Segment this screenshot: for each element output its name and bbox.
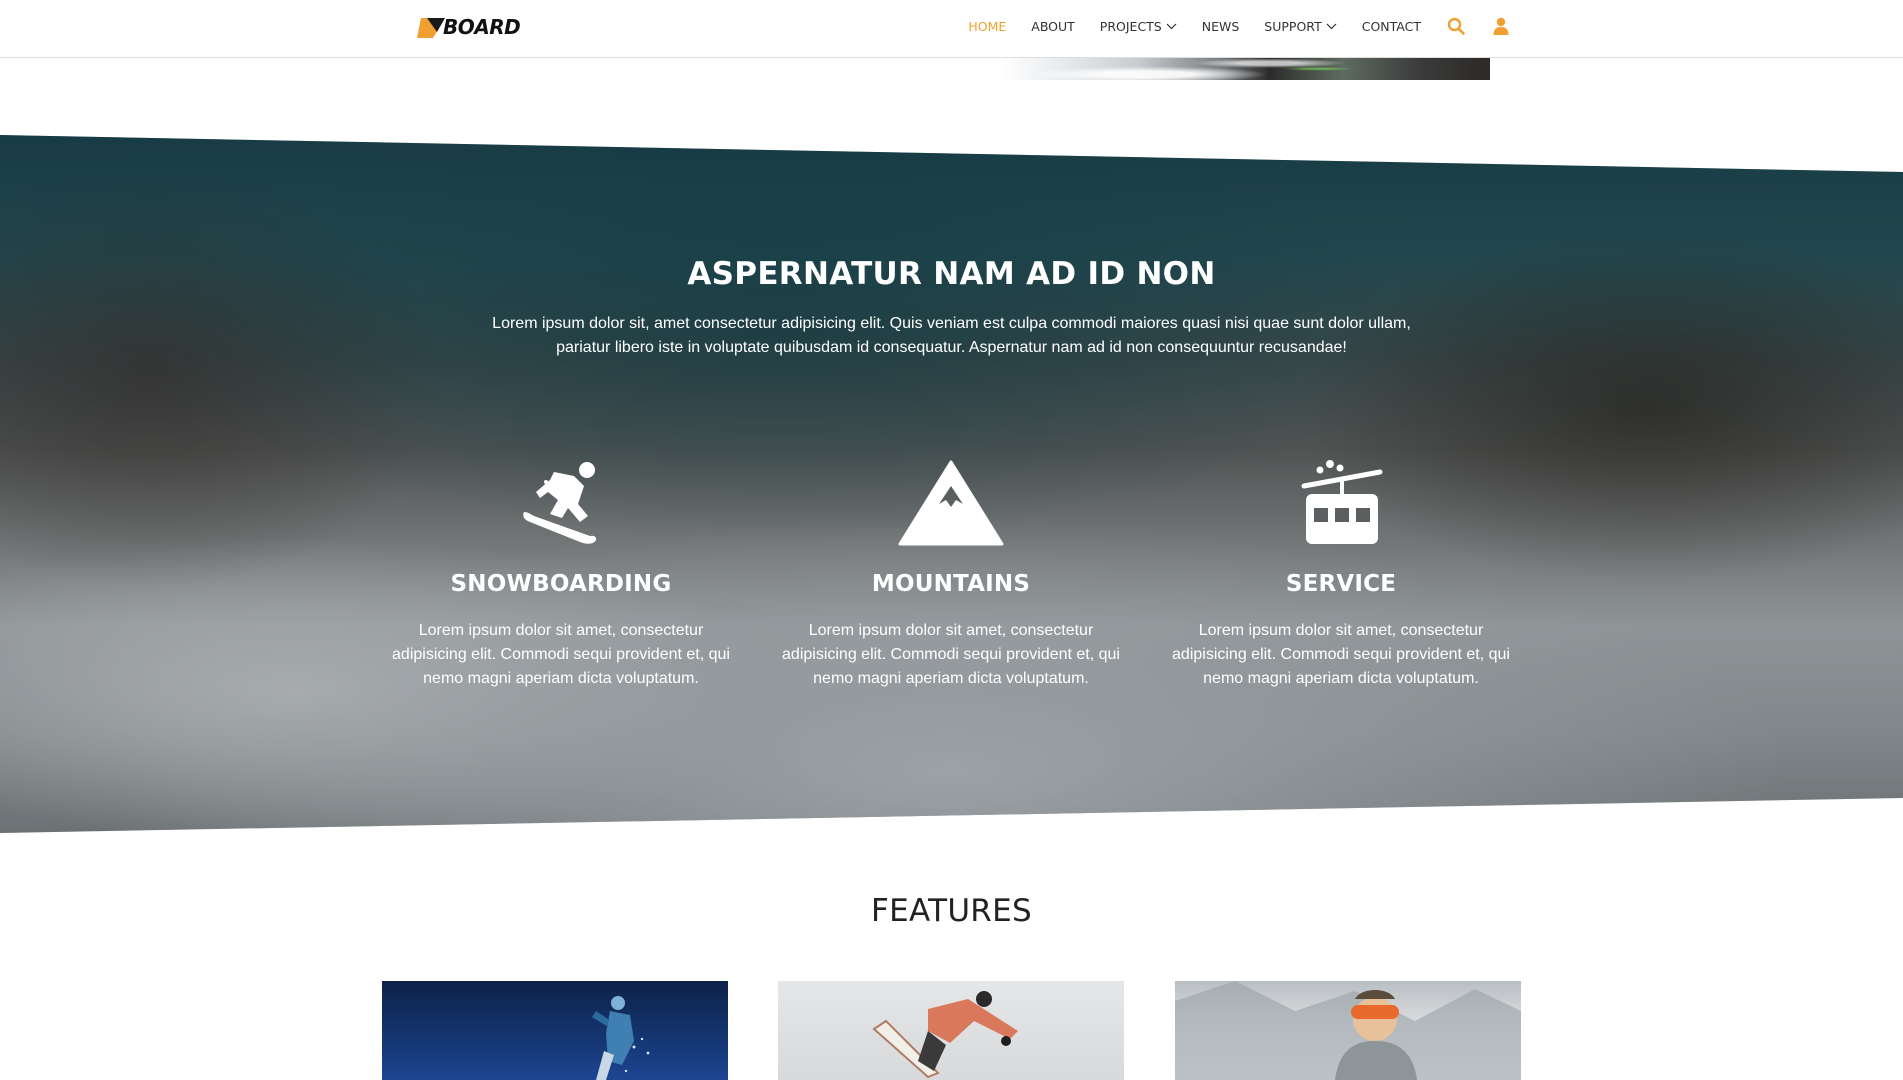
nav-about[interactable]: ABOUT	[1031, 19, 1075, 34]
nav-home[interactable]: HOME	[968, 19, 1006, 34]
brand-logo[interactable]: BOARD	[415, 13, 521, 41]
feature-card-image[interactable]	[778, 981, 1124, 1080]
nav-projects[interactable]: PROJECTS	[1100, 19, 1177, 34]
feature-card-image[interactable]	[1175, 981, 1521, 1080]
about-lead-text: Lorem ipsum dolor sit, amet consectetur …	[492, 315, 1411, 356]
cable-car-icon	[1301, 460, 1383, 544]
feature-service: SERVICE Lorem ipsum dolor sit amet, cons…	[1166, 450, 1516, 691]
nav-news-label: NEWS	[1201, 18, 1240, 34]
skier-goggles-photo	[1175, 981, 1521, 1080]
main-nav: HOME ABOUT PROJECTS NEWS SUPPORT CONTACT	[943, 0, 1511, 52]
mountain-icon	[898, 460, 1004, 546]
about-band: ASPERNATUR NAM AD ID NON Lorem ipsum dol…	[0, 135, 1903, 833]
nav-support[interactable]: SUPPORT	[1264, 18, 1337, 34]
feature-text: Lorem ipsum dolor sit amet, consectetur …	[1172, 622, 1510, 687]
navbar: BOARD HOME ABOUT PROJECTS NEWS SUPPORT C…	[0, 0, 1903, 58]
logo-text: BOARD	[443, 15, 521, 39]
feature-title: SNOWBOARDING	[450, 571, 672, 597]
nav-contact[interactable]: CONTACT	[1362, 19, 1421, 34]
snowboarder-jump-photo	[872, 991, 1018, 1079]
feature-mountains: MOUNTAINS Lorem ipsum dolor sit amet, co…	[776, 450, 1126, 691]
feature-card-image[interactable]	[382, 981, 728, 1080]
nav-about-label: ABOUT	[1031, 18, 1075, 34]
nav-home-label: HOME	[968, 18, 1007, 34]
about-title: ASPERNATUR NAM AD ID NON	[687, 256, 1216, 292]
chevron-down-icon	[1326, 23, 1337, 29]
feature-text: Lorem ipsum dolor sit amet, consectetur …	[782, 622, 1120, 687]
feature-title: MOUNTAINS	[871, 571, 1031, 597]
user-icon	[1493, 17, 1509, 35]
feature-text: Lorem ipsum dolor sit amet, consectetur …	[392, 622, 730, 687]
chevron-down-icon	[1166, 23, 1177, 29]
nav-news[interactable]: NEWS	[1202, 19, 1240, 34]
nav-contact-label: CONTACT	[1361, 18, 1421, 34]
features-title: FEATURES	[870, 893, 1033, 929]
user-button[interactable]	[1491, 16, 1511, 36]
feature-snowboarding: SNOWBOARDING Lorem ipsum dolor sit amet,…	[386, 450, 736, 691]
search-button[interactable]	[1446, 16, 1466, 36]
nav-support-label: SUPPORT	[1264, 18, 1322, 34]
nav-projects-label: PROJECTS	[1099, 18, 1162, 34]
snowboarder-night-photo	[592, 996, 650, 1080]
search-icon	[1447, 17, 1465, 35]
feature-title: SERVICE	[1285, 571, 1397, 597]
snowboarder-icon	[523, 462, 597, 544]
